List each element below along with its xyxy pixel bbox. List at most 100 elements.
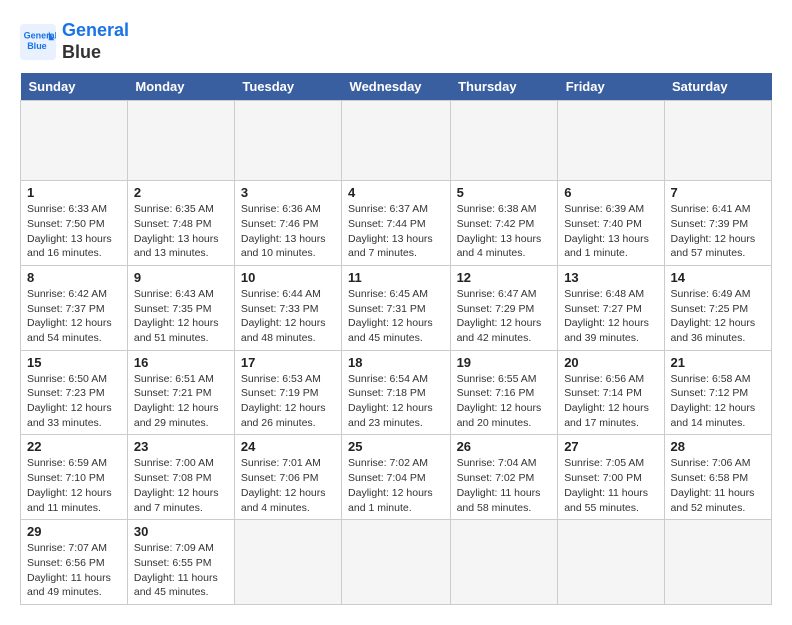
col-saturday: Saturday bbox=[664, 73, 771, 101]
day-number: 10 bbox=[241, 270, 335, 285]
table-row: 23Sunrise: 7:00 AM Sunset: 7:08 PM Dayli… bbox=[127, 435, 234, 520]
day-info: Sunrise: 6:55 AM Sunset: 7:16 PM Dayligh… bbox=[457, 372, 552, 431]
day-info: Sunrise: 7:01 AM Sunset: 7:06 PM Dayligh… bbox=[241, 456, 335, 515]
table-row: 5 Sunrise: 6:38 AM Sunset: 7:42 PM Daylig… bbox=[450, 181, 558, 266]
table-row bbox=[450, 101, 558, 181]
table-row bbox=[342, 101, 451, 181]
table-row: 24Sunrise: 7:01 AM Sunset: 7:06 PM Dayli… bbox=[234, 435, 341, 520]
table-row bbox=[558, 101, 664, 181]
calendar-table: Sunday Monday Tuesday Wednesday Thursday… bbox=[20, 73, 772, 605]
table-row: 29Sunrise: 7:07 AM Sunset: 6:56 PM Dayli… bbox=[21, 520, 128, 605]
table-row: 11 Sunrise: 6:45 AM Sunset: 7:31 PM Dayli… bbox=[342, 265, 451, 350]
table-row bbox=[558, 520, 664, 605]
day-info: Sunrise: 7:00 AM Sunset: 7:08 PM Dayligh… bbox=[134, 456, 228, 515]
day-info: Sunrise: 6:41 AM Sunset: 7:39 PM Dayligh… bbox=[671, 202, 765, 261]
calendar-week-row bbox=[21, 101, 772, 181]
day-info: Sunrise: 7:09 AM Sunset: 6:55 PM Dayligh… bbox=[134, 541, 228, 600]
day-info: Sunrise: 6:59 AM Sunset: 7:10 PM Dayligh… bbox=[27, 456, 121, 515]
table-row: 18 Sunrise: 6:54 AM Sunset: 7:18 PM Dayli… bbox=[342, 350, 451, 435]
calendar-week-row: 15Sunrise: 6:50 AM Sunset: 7:23 PM Dayli… bbox=[21, 350, 772, 435]
day-info: Sunrise: 6:53 AM Sunset: 7:19 PM Dayligh… bbox=[241, 372, 335, 431]
day-number: 2 bbox=[134, 185, 228, 200]
table-row: 15Sunrise: 6:50 AM Sunset: 7:23 PM Dayli… bbox=[21, 350, 128, 435]
col-sunday: Sunday bbox=[21, 73, 128, 101]
day-info: Sunrise: 6:54 AM Sunset: 7:18 PM Dayligh… bbox=[348, 372, 444, 431]
day-number: 18 bbox=[348, 355, 444, 370]
day-info: Sunrise: 6:49 AM Sunset: 7:25 PM Dayligh… bbox=[671, 287, 765, 346]
calendar-header-row: Sunday Monday Tuesday Wednesday Thursday… bbox=[21, 73, 772, 101]
day-number: 25 bbox=[348, 439, 444, 454]
day-number: 27 bbox=[564, 439, 657, 454]
day-info: Sunrise: 6:37 AM Sunset: 7:44 PM Dayligh… bbox=[348, 202, 444, 261]
table-row: 19 Sunrise: 6:55 AM Sunset: 7:16 PM Dayli… bbox=[450, 350, 558, 435]
day-number: 21 bbox=[671, 355, 765, 370]
day-info: Sunrise: 6:36 AM Sunset: 7:46 PM Dayligh… bbox=[241, 202, 335, 261]
day-number: 17 bbox=[241, 355, 335, 370]
day-number: 16 bbox=[134, 355, 228, 370]
day-number: 1 bbox=[27, 185, 121, 200]
table-row bbox=[664, 101, 771, 181]
table-row: 2 Sunrise: 6:35 AM Sunset: 7:48 PM Daylig… bbox=[127, 181, 234, 266]
table-row bbox=[234, 520, 341, 605]
day-number: 28 bbox=[671, 439, 765, 454]
day-number: 29 bbox=[27, 524, 121, 539]
day-info: Sunrise: 6:35 AM Sunset: 7:48 PM Dayligh… bbox=[134, 202, 228, 261]
calendar-week-row: 29Sunrise: 7:07 AM Sunset: 6:56 PM Dayli… bbox=[21, 520, 772, 605]
table-row bbox=[342, 520, 451, 605]
day-number: 14 bbox=[671, 270, 765, 285]
day-info: Sunrise: 7:02 AM Sunset: 7:04 PM Dayligh… bbox=[348, 456, 444, 515]
calendar-week-row: 8Sunrise: 6:42 AM Sunset: 7:37 PM Daylig… bbox=[21, 265, 772, 350]
col-tuesday: Tuesday bbox=[234, 73, 341, 101]
day-number: 15 bbox=[27, 355, 121, 370]
day-info: Sunrise: 6:38 AM Sunset: 7:42 PM Dayligh… bbox=[457, 202, 552, 261]
day-info: Sunrise: 6:33 AM Sunset: 7:50 PM Dayligh… bbox=[27, 202, 121, 261]
calendar-week-row: 1 Sunrise: 6:33 AM Sunset: 7:50 PM Daylig… bbox=[21, 181, 772, 266]
table-row: 9Sunrise: 6:43 AM Sunset: 7:35 PM Daylig… bbox=[127, 265, 234, 350]
col-friday: Friday bbox=[558, 73, 664, 101]
col-thursday: Thursday bbox=[450, 73, 558, 101]
table-row: 25 Sunrise: 7:02 AM Sunset: 7:04 PM Dayli… bbox=[342, 435, 451, 520]
table-row: 6 Sunrise: 6:39 AM Sunset: 7:40 PM Daylig… bbox=[558, 181, 664, 266]
day-number: 3 bbox=[241, 185, 335, 200]
logo: General Blue GeneralBlue bbox=[20, 20, 129, 63]
table-row: 22 Sunrise: 6:59 AM Sunset: 7:10 PM Dayli… bbox=[21, 435, 128, 520]
day-number: 30 bbox=[134, 524, 228, 539]
day-info: Sunrise: 6:45 AM Sunset: 7:31 PM Dayligh… bbox=[348, 287, 444, 346]
calendar-week-row: 22 Sunrise: 6:59 AM Sunset: 7:10 PM Dayli… bbox=[21, 435, 772, 520]
day-number: 19 bbox=[457, 355, 552, 370]
day-number: 5 bbox=[457, 185, 552, 200]
day-number: 13 bbox=[564, 270, 657, 285]
day-info: Sunrise: 7:05 AM Sunset: 7:00 PM Dayligh… bbox=[564, 456, 657, 515]
table-row: 1 Sunrise: 6:33 AM Sunset: 7:50 PM Daylig… bbox=[21, 181, 128, 266]
day-info: Sunrise: 6:44 AM Sunset: 7:33 PM Dayligh… bbox=[241, 287, 335, 346]
day-number: 22 bbox=[27, 439, 121, 454]
table-row bbox=[234, 101, 341, 181]
day-number: 6 bbox=[564, 185, 657, 200]
table-row: 3 Sunrise: 6:36 AM Sunset: 7:46 PM Daylig… bbox=[234, 181, 341, 266]
day-number: 26 bbox=[457, 439, 552, 454]
day-info: Sunrise: 6:39 AM Sunset: 7:40 PM Dayligh… bbox=[564, 202, 657, 261]
day-number: 11 bbox=[348, 270, 444, 285]
day-number: 7 bbox=[671, 185, 765, 200]
logo-text: GeneralBlue bbox=[62, 20, 129, 63]
table-row: 10 Sunrise: 6:44 AM Sunset: 7:33 PM Dayli… bbox=[234, 265, 341, 350]
col-monday: Monday bbox=[127, 73, 234, 101]
table-row: 28 Sunrise: 7:06 AM Sunset: 6:58 PM Dayli… bbox=[664, 435, 771, 520]
svg-text:Blue: Blue bbox=[27, 41, 47, 51]
day-info: Sunrise: 7:06 AM Sunset: 6:58 PM Dayligh… bbox=[671, 456, 765, 515]
table-row: 20Sunrise: 6:56 AM Sunset: 7:14 PM Dayli… bbox=[558, 350, 664, 435]
table-row: 27 Sunrise: 7:05 AM Sunset: 7:00 PM Dayli… bbox=[558, 435, 664, 520]
table-row: 7 Sunrise: 6:41 AM Sunset: 7:39 PM Daylig… bbox=[664, 181, 771, 266]
page-header: General Blue GeneralBlue bbox=[20, 20, 772, 63]
day-number: 4 bbox=[348, 185, 444, 200]
day-info: Sunrise: 6:42 AM Sunset: 7:37 PM Dayligh… bbox=[27, 287, 121, 346]
table-row: 21 Sunrise: 6:58 AM Sunset: 7:12 PM Dayli… bbox=[664, 350, 771, 435]
col-wednesday: Wednesday bbox=[342, 73, 451, 101]
day-info: Sunrise: 6:58 AM Sunset: 7:12 PM Dayligh… bbox=[671, 372, 765, 431]
table-row: 12Sunrise: 6:47 AM Sunset: 7:29 PM Dayli… bbox=[450, 265, 558, 350]
table-row bbox=[664, 520, 771, 605]
day-number: 9 bbox=[134, 270, 228, 285]
day-info: Sunrise: 6:56 AM Sunset: 7:14 PM Dayligh… bbox=[564, 372, 657, 431]
table-row bbox=[450, 520, 558, 605]
table-row: 14 Sunrise: 6:49 AM Sunset: 7:25 PM Dayli… bbox=[664, 265, 771, 350]
